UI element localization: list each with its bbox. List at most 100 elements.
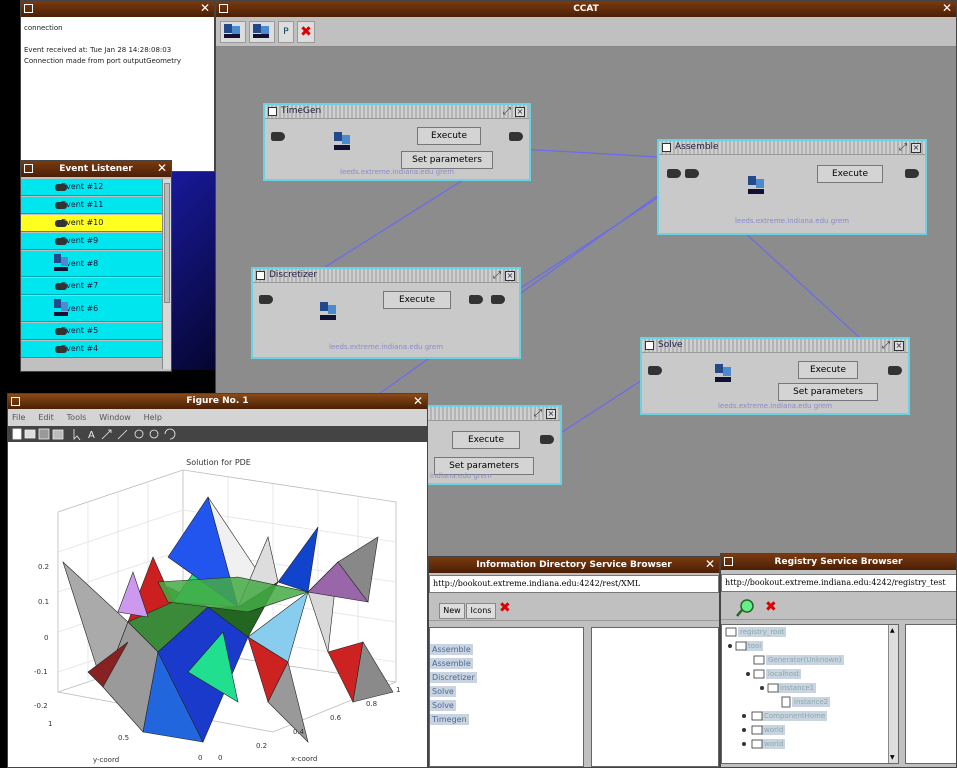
list-item[interactable]: Discretizer [430, 672, 477, 683]
component-discretizer[interactable]: Discretizer ⤢ × Execute leeds.extreme.in… [251, 267, 521, 359]
info-toolbar: New Icons ✖ [429, 597, 719, 621]
provides-port[interactable] [905, 169, 919, 178]
url-field[interactable]: http://bookout.extreme.indiana.edu:4242/… [429, 575, 719, 593]
component-solve[interactable]: Solve ⤢ × Execute Set parameters leeds.e… [640, 337, 910, 415]
list-item[interactable]: Assemble [430, 644, 473, 655]
ccat-titlebar[interactable]: CCAT ✕ [216, 1, 956, 17]
window-menu-icon[interactable] [24, 4, 33, 13]
close-icon[interactable]: ✕ [200, 1, 210, 16]
log-titlebar[interactable]: ✕ [21, 1, 214, 17]
figure-titlebar[interactable]: Figure No. 1 ✕ [8, 394, 427, 409]
properties-button[interactable]: P [278, 21, 294, 43]
component-timegen[interactable]: TimeGen ⤢ × Execute Set parameters leeds… [263, 103, 531, 181]
select-checkbox[interactable] [256, 271, 265, 280]
window-menu-icon[interactable] [219, 4, 228, 13]
uses-port[interactable] [648, 366, 662, 375]
select-checkbox[interactable] [268, 107, 277, 116]
execute-button[interactable]: Execute [417, 127, 481, 145]
search-icon[interactable] [735, 598, 757, 618]
execute-button[interactable]: Execute [798, 361, 858, 379]
window-menu-icon[interactable] [724, 557, 733, 566]
info-browser-titlebar[interactable]: Information Directory Service Browser ✕ [429, 557, 719, 573]
log-line: connection [24, 24, 63, 32]
close-icon[interactable]: ✕ [705, 557, 715, 572]
delete-icon[interactable]: ✖ [499, 600, 511, 616]
icons-button[interactable]: Icons [466, 603, 496, 619]
close-icon[interactable]: × [546, 409, 556, 419]
select-checkbox[interactable] [662, 143, 671, 152]
menu-file[interactable]: File [12, 413, 25, 422]
component-header[interactable]: TimeGen ⤢ × [265, 105, 529, 119]
file-icon [781, 696, 791, 708]
resize-icon[interactable]: ⤢ [899, 141, 907, 154]
y-axis-label: y-coord [93, 756, 120, 764]
uses-port[interactable] [685, 169, 699, 178]
close-icon[interactable]: × [894, 341, 904, 351]
folder-icon [735, 641, 747, 651]
set-parameters-button[interactable]: Set parameters [401, 151, 493, 169]
registry-browser-titlebar[interactable]: Registry Service Browser [721, 554, 956, 570]
component-header[interactable]: Solve ⤢ × [642, 339, 908, 353]
menu-edit[interactable]: Edit [38, 413, 54, 422]
select-checkbox[interactable] [645, 341, 654, 350]
uses-port[interactable] [271, 132, 285, 141]
event-listener-titlebar[interactable]: Event Listener ✕ [21, 161, 171, 177]
component-title: Solve [658, 340, 683, 350]
execute-button[interactable]: Execute [817, 165, 883, 183]
list-item[interactable]: Solve [430, 700, 456, 711]
scrollbar[interactable] [162, 179, 171, 369]
window-menu-icon[interactable] [11, 397, 20, 406]
scrollbar[interactable]: ▲ ▼ [888, 625, 898, 763]
folder-icon [725, 627, 737, 637]
close-icon[interactable]: ✕ [942, 1, 952, 16]
uses-port[interactable] [259, 295, 273, 304]
scroll-down-icon[interactable]: ▼ [890, 754, 895, 761]
list-item[interactable]: Assemble [430, 658, 473, 669]
expand-icon [746, 672, 750, 676]
close-icon[interactable]: × [515, 107, 525, 117]
close-icon[interactable]: × [911, 143, 921, 153]
set-parameters-button[interactable]: Set parameters [778, 383, 878, 401]
execute-button[interactable]: Execute [452, 431, 520, 449]
scroll-up-icon[interactable]: ▲ [890, 627, 895, 634]
window-menu-icon[interactable] [24, 164, 33, 173]
component-icon [320, 302, 336, 320]
delete-button[interactable]: ✖ [297, 21, 315, 43]
info-browser-window: Information Directory Service Browser ✕ … [428, 556, 720, 768]
execute-button[interactable]: Execute [383, 291, 451, 309]
uses-port[interactable] [667, 169, 681, 178]
component-header[interactable]: Assemble ⤢ × [659, 141, 925, 155]
rotate-icon [164, 428, 176, 440]
resize-icon[interactable]: ⤢ [534, 407, 542, 420]
expand-icon [742, 714, 746, 718]
resize-icon[interactable]: ⤢ [503, 105, 511, 118]
resize-icon[interactable]: ⤢ [493, 269, 501, 282]
provides-port[interactable] [469, 295, 483, 304]
menu-window[interactable]: Window [99, 413, 131, 422]
scrollbar-thumb[interactable] [164, 183, 170, 303]
event-listener-title: Event Listener [59, 164, 133, 174]
close-icon[interactable]: ✕ [157, 161, 167, 176]
component-header[interactable]: Discretizer ⤢ × [253, 269, 519, 283]
menu-help[interactable]: Help [144, 413, 162, 422]
provides-port[interactable] [509, 132, 523, 141]
provides-port[interactable] [888, 366, 902, 375]
resize-icon[interactable]: ⤢ [882, 339, 890, 352]
new-button[interactable]: New [439, 603, 465, 619]
registry-toolbar: ✖ [721, 596, 956, 620]
menu-tools[interactable]: Tools [67, 413, 87, 422]
zoom-in-icon [134, 429, 144, 439]
registry-detail-panel [905, 624, 956, 764]
add-instance-button[interactable] [249, 21, 275, 43]
url-field[interactable]: http://bookout.extreme.indiana.edu:4242/… [721, 574, 956, 592]
list-item[interactable]: Timegen [430, 714, 469, 725]
provides-port[interactable] [491, 295, 505, 304]
close-icon[interactable]: ✕ [413, 394, 423, 409]
add-component-button[interactable] [220, 21, 246, 43]
provides-port[interactable] [540, 435, 554, 444]
delete-icon[interactable]: ✖ [765, 599, 777, 615]
list-item[interactable]: Solve [430, 686, 456, 697]
y-tick-label: 0 [198, 754, 203, 762]
close-icon[interactable]: × [505, 271, 515, 281]
component-assemble[interactable]: Assemble ⤢ × Execute leeds.extreme.india… [657, 139, 927, 235]
